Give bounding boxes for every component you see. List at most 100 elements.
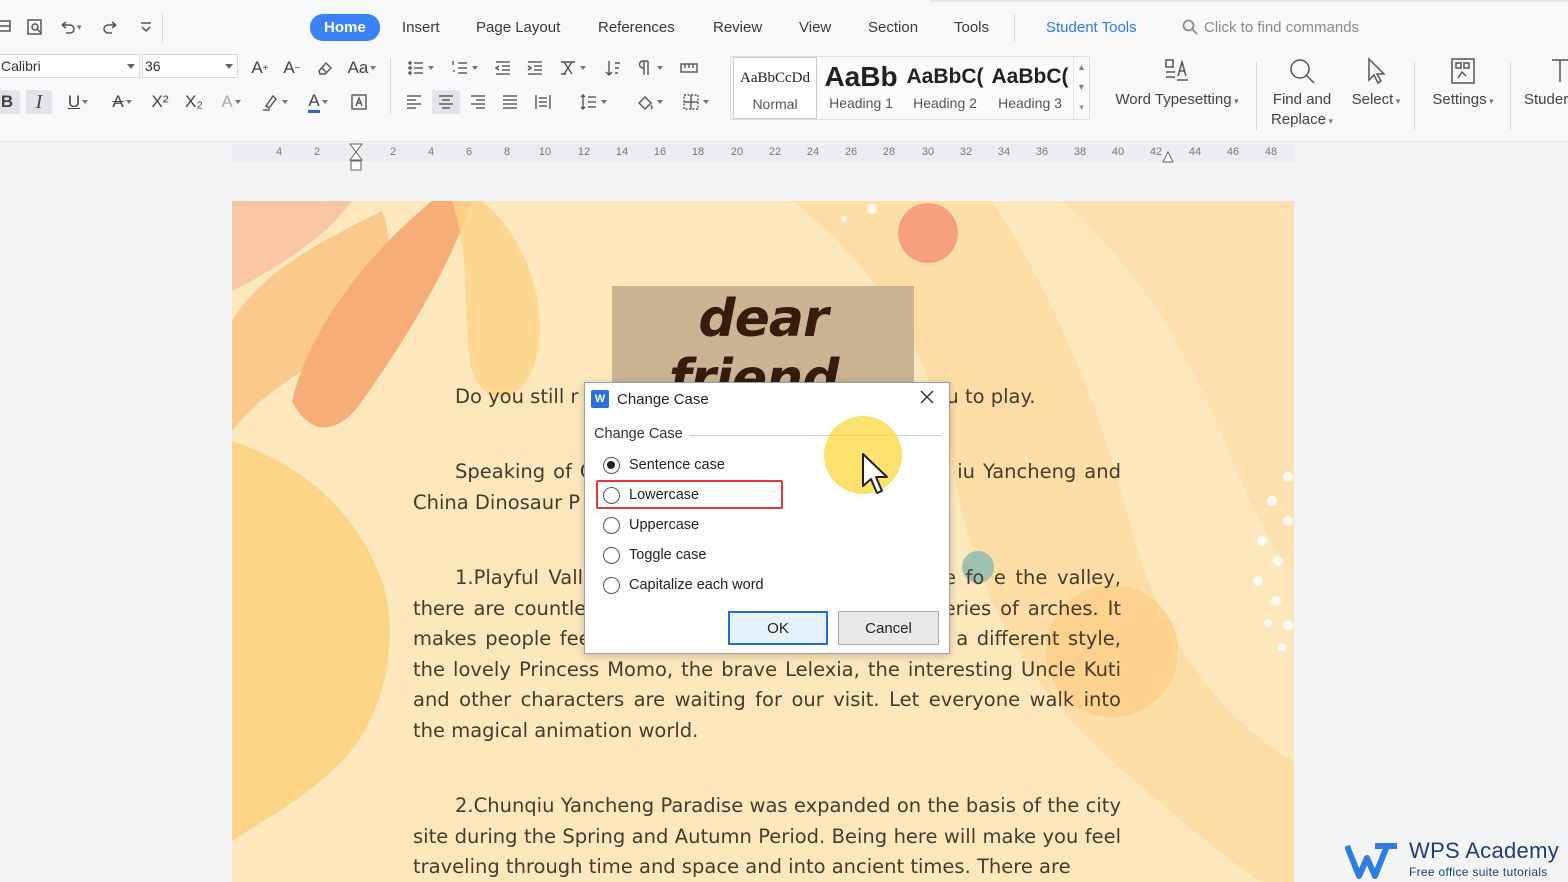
indent-marker-icon[interactable] — [348, 142, 364, 172]
style-name: Normal — [752, 96, 798, 112]
customize-quick-access-icon[interactable] — [137, 16, 155, 38]
tab-student-tools[interactable]: Student Tools — [1046, 16, 1137, 40]
numbering-icon[interactable] — [446, 56, 482, 80]
underline-button[interactable]: U — [60, 90, 96, 114]
find-replace-button[interactable]: Find and Replace ▾ — [1268, 56, 1336, 131]
paragraph-4[interactable]: 2.Chunqiu Yancheng Paradise was expanded… — [413, 791, 1121, 882]
cancel-button[interactable]: Cancel — [838, 611, 939, 645]
tab-home[interactable]: Home — [310, 14, 380, 41]
chevron-down-icon[interactable] — [127, 64, 135, 69]
chevron-down-icon — [428, 66, 434, 70]
ok-button[interactable]: OK — [728, 611, 828, 645]
chevron-down-icon — [657, 100, 663, 104]
style-heading-3[interactable]: AaBbC( Heading 3 — [987, 57, 1073, 119]
close-button[interactable] — [919, 389, 939, 409]
tab-insert[interactable]: Insert — [402, 16, 440, 40]
shading-icon[interactable] — [630, 90, 668, 114]
watermark-tagline: Free office suite tutorials — [1409, 865, 1548, 879]
tab-stops-icon[interactable] — [676, 56, 702, 80]
option-uppercase[interactable]: Uppercase — [603, 513, 699, 537]
ruler-tick-label: 2 — [313, 146, 321, 158]
horizontal-ruler[interactable]: 4 2 2 4 6 8 10 12 14 16 18 20 22 24 26 28 30 32 34 36 38 40 42… — [0, 142, 1568, 171]
increase-indent-icon[interactable] — [522, 56, 548, 80]
chevron-down-icon — [82, 100, 89, 104]
ruler-tick-label: 36 — [1035, 146, 1049, 158]
radio[interactable] — [603, 576, 620, 594]
tab-tools[interactable]: Tools — [954, 16, 989, 40]
select-label: Select — [1351, 91, 1394, 108]
bullets-icon[interactable] — [402, 56, 438, 80]
command-search[interactable]: Click to find commands — [1182, 16, 1359, 38]
styles-scroll[interactable]: ▲ ▼ ▾ — [1073, 57, 1089, 119]
borders-icon[interactable] — [676, 90, 714, 114]
line-spacing-icon[interactable] — [574, 90, 612, 114]
word-typesetting-label: Word Typesetting — [1115, 91, 1232, 108]
font-size-combo[interactable]: 36 — [142, 54, 238, 78]
word-typesetting-button[interactable]: Word Typesetting ▾ — [1110, 56, 1244, 111]
underline-label: U — [67, 92, 81, 111]
ruler-tick-label: 46 — [1226, 146, 1240, 158]
font-name-value: Calibri — [1, 58, 41, 74]
clear-formatting-icon[interactable] — [312, 56, 338, 80]
select-button[interactable]: Select ▾ — [1346, 56, 1406, 111]
tab-review[interactable]: Review — [713, 16, 762, 40]
decrease-indent-icon[interactable] — [490, 56, 516, 80]
bold-button[interactable]: B — [0, 90, 20, 114]
style-normal[interactable]: AaBbCcDd Normal — [733, 57, 817, 119]
align-right-icon[interactable] — [466, 90, 490, 114]
right-indent-marker-icon[interactable] — [1161, 150, 1175, 164]
font-size-value: 36 — [145, 58, 161, 74]
show-marks-icon[interactable] — [632, 56, 666, 80]
undo-icon[interactable]: ▾ — [58, 16, 82, 38]
option-toggle-case[interactable]: Toggle case — [603, 543, 706, 567]
font-name-combo[interactable]: Calibri — [0, 54, 140, 78]
ruler-tick-label: 44 — [1188, 146, 1202, 158]
align-left-icon[interactable] — [402, 90, 426, 114]
undo-dropdown-icon[interactable]: ▾ — [77, 22, 82, 33]
distributed-icon[interactable] — [530, 90, 556, 114]
font-color-button[interactable]: A — [300, 90, 336, 114]
ruler-tick-label: 2 — [389, 146, 397, 158]
subscript-button[interactable]: X₂ — [180, 90, 208, 114]
radio-selected[interactable] — [603, 456, 620, 474]
annotation-highlight-box — [596, 480, 783, 509]
superscript-button[interactable]: X² — [146, 90, 174, 114]
increase-font-size-button[interactable]: A + — [248, 56, 272, 80]
student-label: Studer — [1524, 91, 1568, 108]
student-button[interactable]: Studer — [1524, 56, 1568, 110]
dialog-titlebar[interactable]: W Change Case — [585, 383, 949, 415]
sort-icon[interactable] — [600, 56, 626, 80]
decrease-font-size-button[interactable]: A − — [280, 56, 304, 80]
option-sentence-case[interactable]: Sentence case — [603, 453, 725, 477]
tab-page-layout[interactable]: Page Layout — [476, 16, 560, 40]
style-heading-2[interactable]: AaBbC( Heading 2 — [903, 57, 987, 119]
print-preview-icon[interactable] — [26, 16, 44, 38]
chevron-down-icon — [321, 100, 328, 104]
tab-references[interactable]: References — [598, 16, 675, 40]
italic-button[interactable]: I — [26, 90, 52, 114]
redo-icon[interactable] — [102, 16, 120, 38]
highlight-icon[interactable] — [256, 90, 292, 114]
mouse-cursor-icon — [862, 453, 888, 494]
style-name: Heading 2 — [913, 95, 977, 111]
group-label: Change Case — [594, 426, 689, 442]
radio[interactable] — [603, 516, 620, 534]
chinese-layout-icon[interactable] — [554, 56, 590, 80]
chevron-down-icon[interactable] — [225, 64, 233, 69]
radio[interactable] — [603, 546, 620, 564]
find-icon — [1290, 59, 1315, 84]
justify-icon[interactable] — [498, 90, 522, 114]
align-center-icon[interactable] — [432, 90, 460, 114]
strikethrough-button[interactable]: A — [104, 90, 140, 114]
ruler-tick-label: 20 — [730, 146, 744, 158]
print-icon[interactable] — [0, 16, 18, 38]
chevron-down-icon — [472, 66, 478, 70]
settings-button[interactable]: Settings ▾ — [1426, 56, 1500, 111]
option-capitalize-each-word[interactable]: Capitalize each word — [603, 573, 764, 597]
tab-section[interactable]: Section — [868, 16, 918, 40]
tab-view[interactable]: View — [799, 16, 831, 40]
style-heading-1[interactable]: AaBb Heading 1 — [819, 57, 903, 119]
change-case-button[interactable]: Aa — [344, 56, 380, 80]
text-effect-button[interactable]: A — [214, 90, 248, 114]
character-border-icon[interactable] — [346, 90, 372, 114]
